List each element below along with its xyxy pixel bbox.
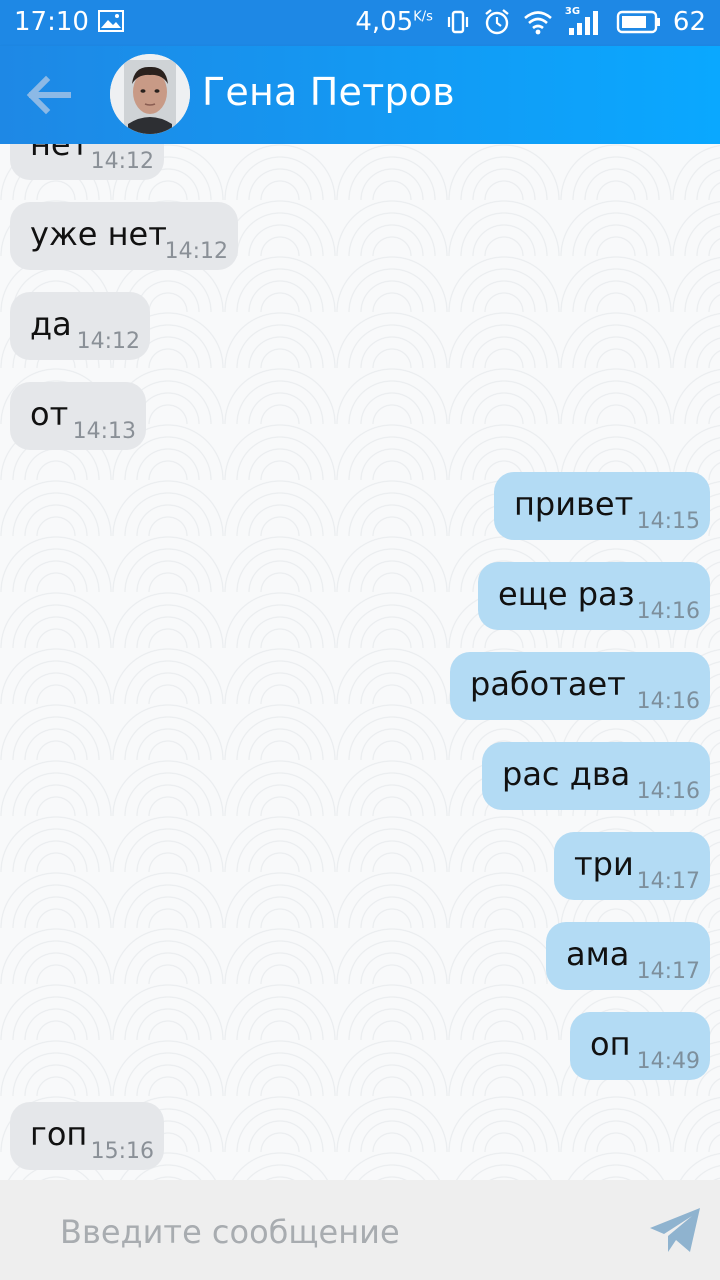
battery-level: 62 (672, 7, 706, 37)
message-text: оп (590, 1025, 631, 1063)
message-text: нет (30, 144, 90, 163)
status-bar: 17:10 4,05K/s 3G 62 (0, 0, 720, 46)
message-outgoing[interactable]: рас два 14:16 (482, 742, 710, 810)
message-time: 14:12 (76, 329, 140, 354)
avatar[interactable] (110, 54, 190, 134)
signal-icon: 3G (565, 6, 603, 36)
message-time: 14:16 (636, 779, 700, 804)
message-text: привет (514, 485, 634, 523)
message-time: 14:12 (90, 149, 154, 174)
message-text: уже нет (30, 215, 167, 253)
message-time: 15:16 (90, 1139, 154, 1164)
chat-header: Гена Петров (0, 46, 720, 144)
message-time: 14:16 (636, 599, 700, 624)
send-icon[interactable] (648, 1206, 702, 1256)
wifi-icon (524, 11, 552, 35)
message-incoming[interactable]: нет 14:12 (10, 144, 164, 180)
status-time: 17:10 (14, 7, 89, 37)
message-outgoing[interactable]: еще раз 14:16 (478, 562, 710, 630)
contact-name[interactable]: Гена Петров (202, 70, 455, 114)
message-time: 14:15 (636, 509, 700, 534)
message-input[interactable] (60, 1210, 620, 1254)
signal-bars-icon (568, 11, 598, 35)
message-list[interactable]: нет 14:12 уже нет 14:12 да 14:12 от 14:1… (0, 144, 720, 1180)
message-text: от (30, 395, 69, 433)
message-outgoing[interactable]: ама 14:17 (546, 922, 710, 990)
alarm-icon (485, 9, 509, 35)
message-time: 14:13 (72, 419, 136, 444)
avatar-portrait (110, 54, 190, 134)
message-time: 14:49 (636, 1049, 700, 1074)
network-speed-value: 4,05 (355, 7, 414, 37)
battery-icon (616, 10, 660, 34)
network-speed: 4,05K/s (355, 7, 433, 37)
message-text: работает (470, 665, 626, 703)
message-incoming[interactable]: гоп 15:16 (10, 1102, 164, 1170)
message-incoming[interactable]: уже нет 14:12 (10, 202, 238, 270)
message-outgoing[interactable]: три 14:17 (554, 832, 710, 900)
message-outgoing[interactable]: привет 14:15 (494, 472, 710, 540)
vibrate-icon (447, 10, 469, 34)
message-text: три (574, 845, 634, 883)
message-text: ама (566, 935, 630, 973)
gallery-icon (98, 10, 124, 32)
message-time: 14:12 (164, 239, 228, 264)
message-time: 14:17 (636, 869, 700, 894)
message-composer (0, 1180, 720, 1280)
arrow-left-icon[interactable] (24, 74, 72, 116)
message-outgoing[interactable]: работает 14:16 (450, 652, 710, 720)
message-text: гоп (30, 1115, 88, 1153)
message-incoming[interactable]: да 14:12 (10, 292, 150, 360)
message-time: 14:16 (636, 689, 700, 714)
message-outgoing[interactable]: оп 14:49 (570, 1012, 710, 1080)
network-speed-unit: K/s (413, 9, 433, 25)
message-incoming[interactable]: от 14:13 (10, 382, 146, 450)
message-time: 14:17 (636, 959, 700, 984)
message-text: рас два (502, 755, 631, 793)
message-text: еще раз (498, 575, 635, 613)
status-indicators: 4,05K/s 3G 62 (355, 6, 706, 37)
message-text: да (30, 305, 72, 343)
